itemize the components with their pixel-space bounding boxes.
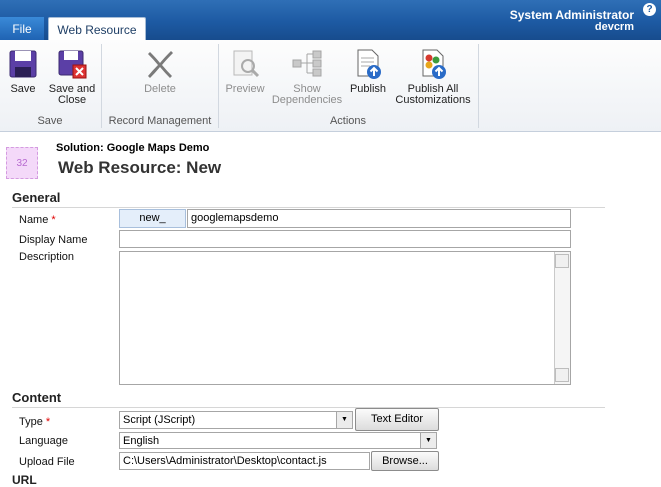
publish-button[interactable]: Publish bbox=[348, 48, 388, 95]
delete-button[interactable]: Delete bbox=[140, 48, 180, 95]
group-label-actions: Actions bbox=[329, 115, 367, 127]
save-and-close-label-2: Close bbox=[57, 94, 87, 106]
publish-all-label-2: Customizations bbox=[395, 94, 471, 106]
org-name: devcrm bbox=[594, 21, 634, 33]
separator bbox=[478, 44, 479, 128]
description-textarea[interactable] bbox=[119, 251, 571, 385]
save-icon bbox=[7, 48, 39, 80]
ribbon: Save Save and Close Save Delete Record M… bbox=[0, 40, 661, 132]
chevron-down-icon[interactable]: ▼ bbox=[420, 433, 436, 448]
save-and-close-icon bbox=[56, 48, 88, 80]
text-editor-button[interactable]: Text Editor bbox=[355, 408, 439, 431]
preview-button[interactable]: Preview bbox=[223, 48, 267, 95]
group-label-save: Save bbox=[37, 115, 63, 127]
name-prefix: new_ bbox=[119, 209, 186, 228]
required-marker: * bbox=[45, 416, 51, 428]
scroll-down-button[interactable] bbox=[555, 368, 569, 382]
type-label-text: Type bbox=[19, 416, 43, 428]
preview-label: Preview bbox=[225, 83, 265, 95]
delete-label: Delete bbox=[144, 83, 176, 95]
type-select[interactable]: Script (JScript) ▼ bbox=[119, 411, 353, 429]
name-label-text: Name bbox=[19, 214, 49, 226]
show-dependencies-button[interactable]: Show Dependencies bbox=[270, 48, 344, 106]
dependencies-icon bbox=[291, 48, 323, 80]
delete-icon bbox=[144, 48, 176, 80]
publish-all-icon bbox=[417, 48, 449, 80]
type-select-value: Script (JScript) bbox=[123, 414, 196, 426]
section-content: Content bbox=[12, 390, 62, 405]
tab-file[interactable]: File bbox=[0, 17, 44, 40]
upload-file-label: Upload File bbox=[19, 456, 75, 468]
required-marker: * bbox=[51, 214, 56, 226]
web-resource-icon: 32 bbox=[6, 147, 38, 179]
type-label: Type * bbox=[19, 416, 50, 428]
user-name[interactable]: System Administrator bbox=[510, 8, 634, 22]
display-name-label: Display Name bbox=[19, 234, 88, 246]
name-input[interactable]: googlemapsdemo bbox=[187, 209, 571, 228]
browse-button[interactable]: Browse... bbox=[371, 451, 439, 471]
preview-icon bbox=[229, 48, 261, 80]
publish-icon bbox=[352, 48, 384, 80]
show-dependencies-label-2: Dependencies bbox=[271, 94, 343, 106]
tab-web-resource[interactable]: Web Resource bbox=[48, 17, 146, 42]
section-divider bbox=[12, 207, 605, 208]
description-label: Description bbox=[19, 251, 75, 263]
scroll-up-button[interactable] bbox=[555, 254, 569, 268]
language-select[interactable]: English ▼ bbox=[119, 432, 437, 449]
help-icon[interactable]: ? bbox=[643, 3, 656, 16]
url-label: URL bbox=[12, 473, 37, 487]
group-label-record-management: Record Management bbox=[108, 115, 212, 127]
publish-label: Publish bbox=[349, 83, 387, 95]
save-and-close-button[interactable]: Save and Close bbox=[47, 48, 97, 106]
section-divider bbox=[12, 407, 605, 408]
save-button[interactable]: Save bbox=[6, 48, 40, 95]
display-name-input[interactable] bbox=[119, 230, 571, 248]
page-title: Web Resource: New bbox=[58, 158, 222, 177]
section-general: General bbox=[12, 190, 61, 205]
description-scrollbar[interactable] bbox=[554, 252, 570, 384]
language-label: Language bbox=[19, 435, 68, 447]
publish-all-customizations-button[interactable]: Publish All Customizations bbox=[392, 48, 474, 106]
top-bar: File Web Resource System Administrator d… bbox=[0, 0, 661, 42]
upload-file-input[interactable]: C:\Users\Administrator\Desktop\contact.j… bbox=[119, 452, 370, 470]
name-label: Name * bbox=[19, 214, 56, 226]
save-label: Save bbox=[10, 83, 36, 95]
chevron-down-icon[interactable]: ▼ bbox=[336, 412, 352, 428]
language-select-value: English bbox=[123, 435, 160, 447]
solution-label: Solution: Google Maps Demo bbox=[56, 142, 210, 154]
